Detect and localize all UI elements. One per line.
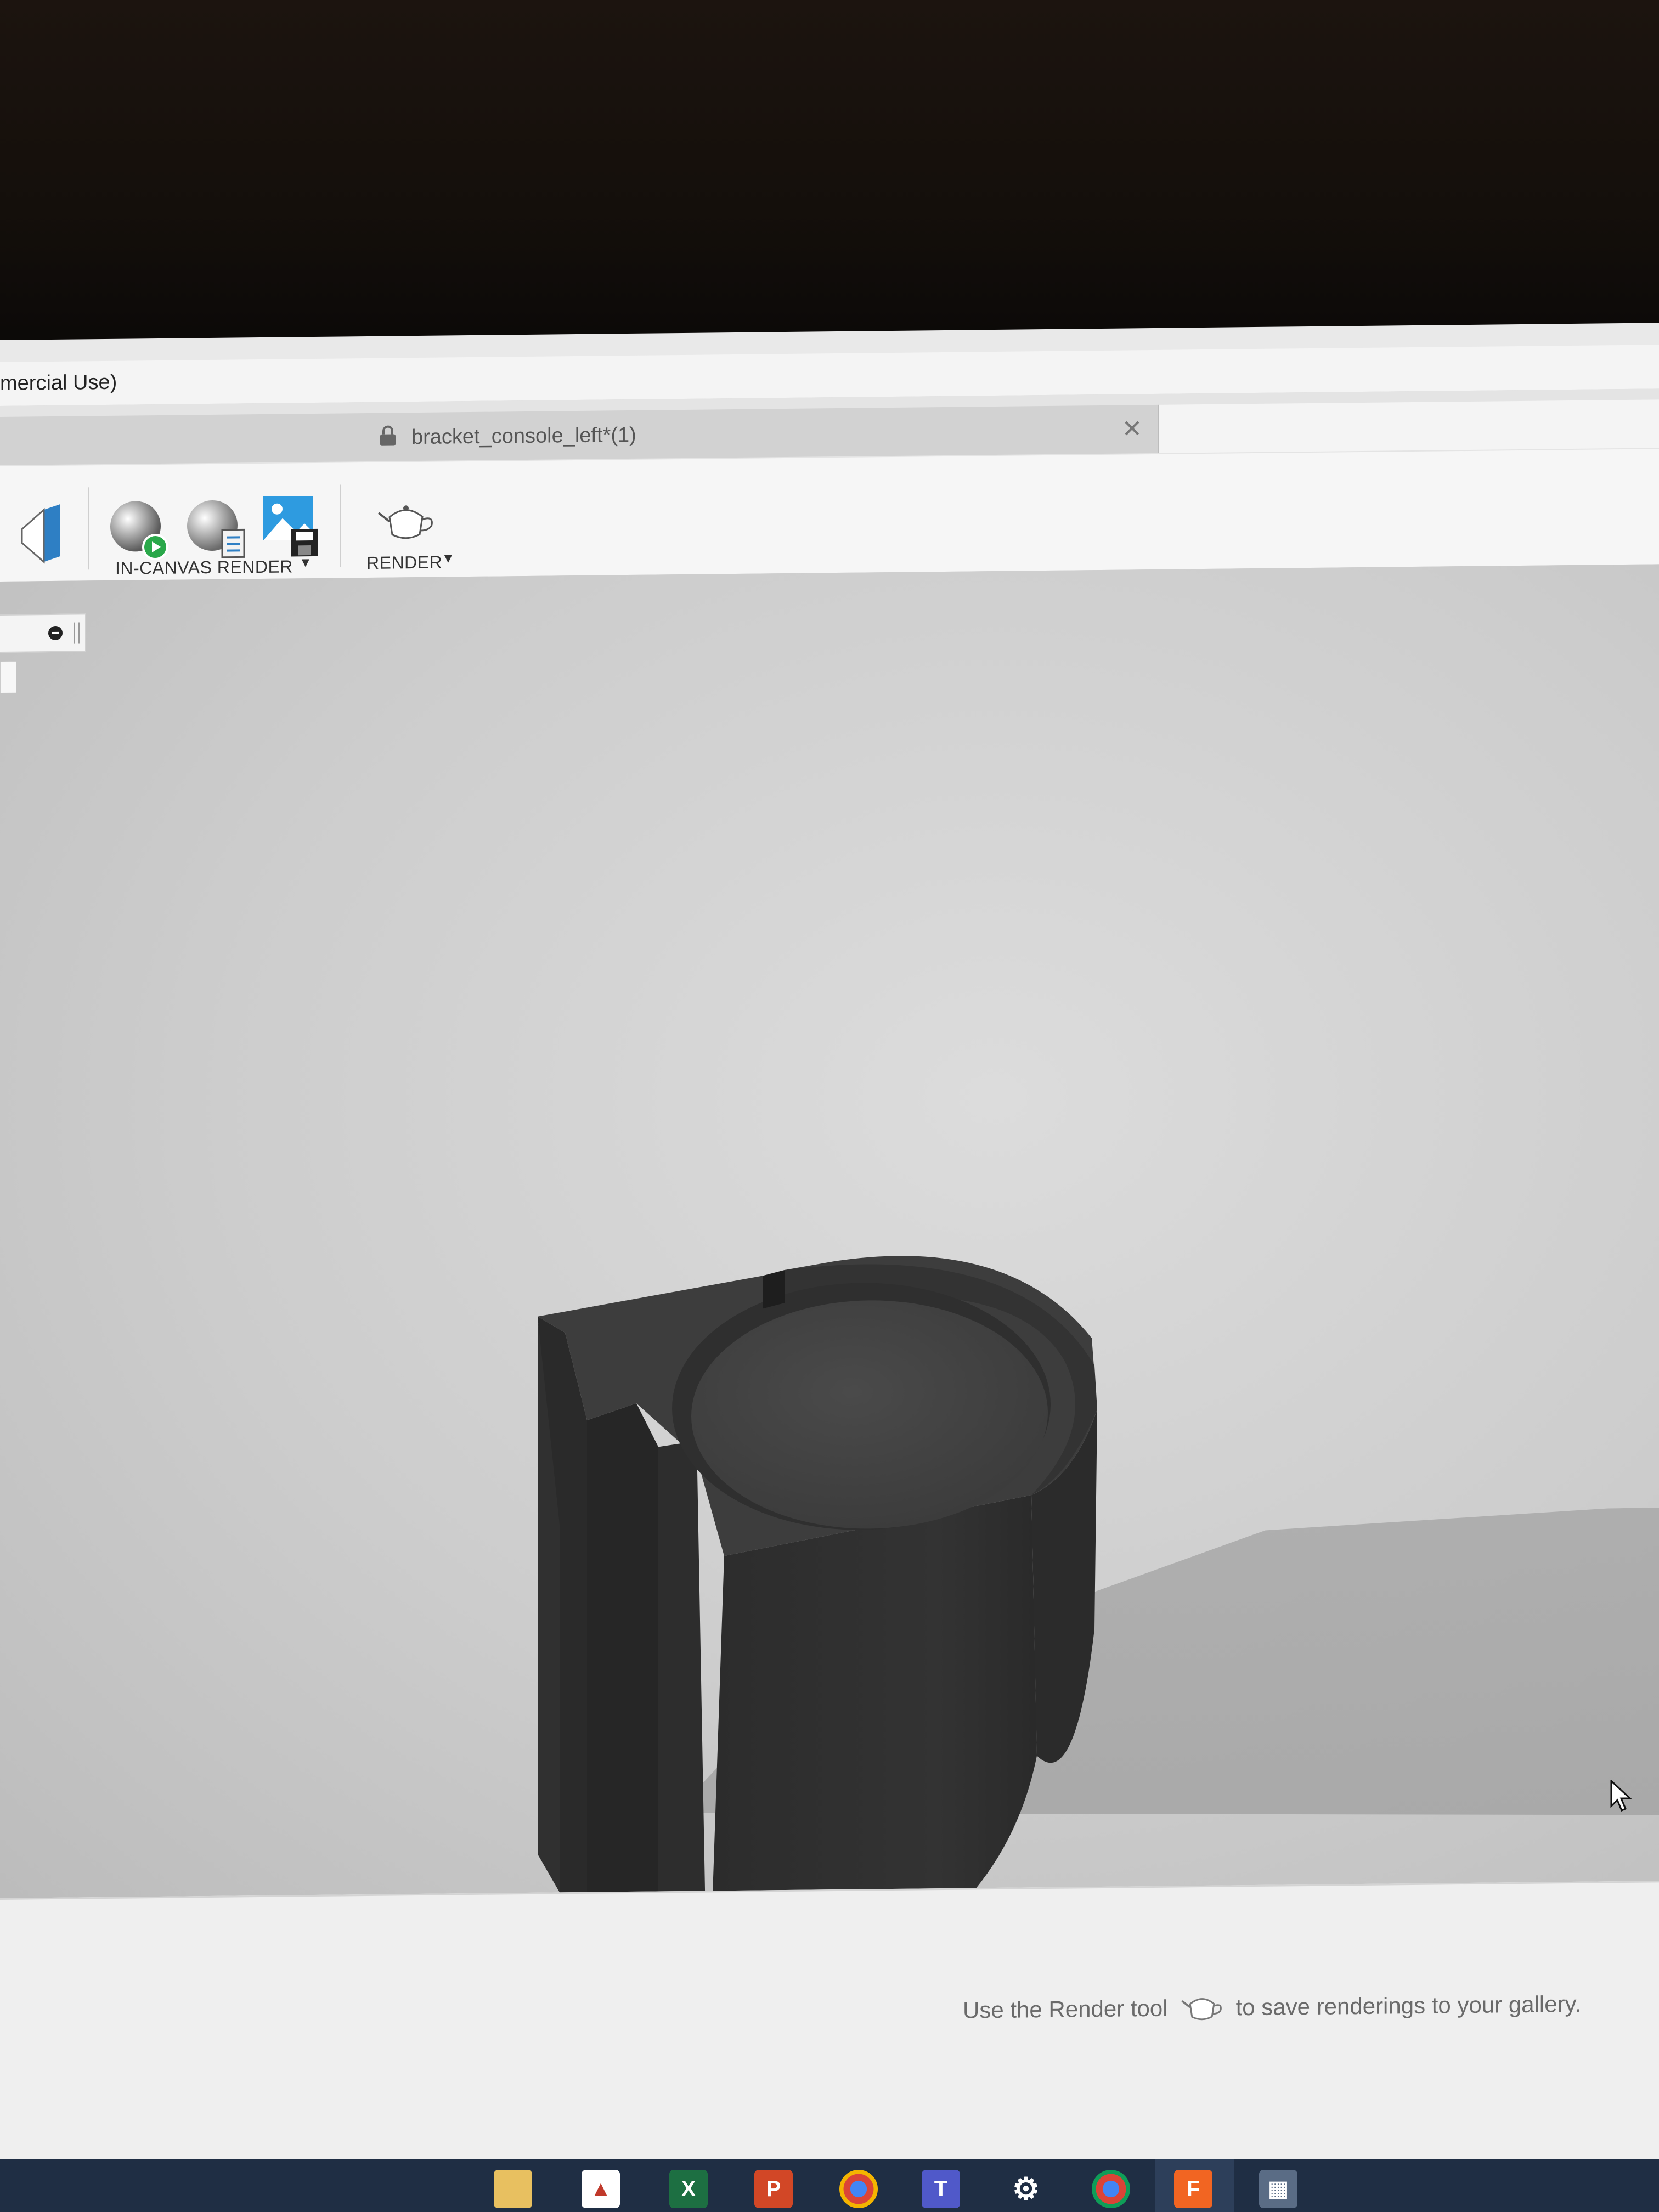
powerpoint-icon[interactable]: P <box>754 2170 793 2208</box>
gallery-hint-start: Use the Render tool <box>963 1995 1168 2023</box>
chrome-profile-icon[interactable] <box>1092 2170 1130 2208</box>
fusion-360-icon[interactable]: F <box>1174 2170 1212 2208</box>
capture-image-icon[interactable] <box>261 493 321 560</box>
excel-icon[interactable]: X <box>669 2170 708 2208</box>
start-render-icon[interactable] <box>107 498 173 564</box>
teapot-render-icon[interactable] <box>376 500 436 545</box>
panel-grip-icon[interactable] <box>74 622 80 644</box>
toolbar-separator <box>88 487 89 570</box>
toolbar-separator <box>340 484 341 567</box>
teapot-icon <box>1181 1998 1222 2021</box>
teams-icon[interactable]: T <box>922 2170 960 2208</box>
lock-icon <box>380 425 396 446</box>
document-tab-label: bracket_console_left*(1) <box>411 423 636 449</box>
render-menu[interactable]: RENDER <box>366 552 442 573</box>
windows-taskbar: ▲ X P T ⚙ F ▦ <box>0 2159 1659 2212</box>
collapse-browser-icon[interactable] <box>48 625 63 641</box>
tab-strip-empty <box>1159 399 1659 453</box>
gallery-hint-end: to save renderings to your gallery. <box>1235 1990 1582 2021</box>
window-title: mercial Use) <box>0 370 117 395</box>
mouse-cursor-icon <box>1610 1779 1632 1812</box>
gallery-hint: Use the Render tool to save renderings t… <box>963 1988 1581 2027</box>
in-canvas-render-menu[interactable]: IN-CANVAS RENDER <box>115 556 293 578</box>
monitor-bezel <box>0 0 1659 351</box>
in-canvas-render-dropdown-icon[interactable]: ▼ <box>299 555 312 571</box>
chrome-icon[interactable] <box>839 2170 878 2208</box>
setup-scene-icon[interactable] <box>16 504 66 565</box>
design-canvas[interactable] <box>0 564 1659 2083</box>
browser-panel-collapsed[interactable] <box>0 613 86 653</box>
file-explorer-icon[interactable] <box>494 2170 532 2208</box>
browser-panel-edge[interactable] <box>0 661 16 693</box>
render-dropdown-icon[interactable]: ▼ <box>442 551 455 566</box>
settings-icon[interactable]: ⚙ <box>1007 2170 1045 2208</box>
calculator-icon[interactable]: ▦ <box>1259 2170 1297 2208</box>
render-settings-icon[interactable] <box>184 496 250 563</box>
close-tab-icon[interactable]: ✕ <box>1122 415 1142 443</box>
render-toolbar: IN-CANVAS RENDER ▼ RENDER ▼ <box>0 449 1659 583</box>
autodesk-app-icon[interactable]: ▲ <box>582 2170 620 2208</box>
fusion-window: mercial Use) bracket_console_left*(1) ✕ <box>0 323 1659 2212</box>
